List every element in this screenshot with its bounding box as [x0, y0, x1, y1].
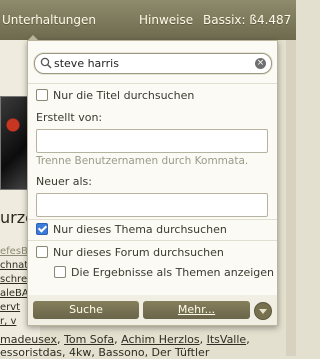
user-link[interactable]: madeusex — [0, 333, 57, 346]
thread-title-fragment: urze — [0, 208, 30, 227]
bg-link[interactable]: efesB — [0, 246, 30, 257]
user-link[interactable]: Achim Herzlos — [121, 333, 199, 346]
bg-link[interactable]: chnat — [0, 260, 30, 271]
this-forum-label: Nur dieses Forum durchsuchen — [53, 246, 224, 259]
titles-only-label: Nur die Titel durchsuchen — [53, 89, 195, 102]
as-threads-checkbox[interactable] — [54, 266, 66, 278]
popup-footer: Suche Mehr... — [28, 295, 277, 325]
this-thread-checkbox[interactable] — [36, 223, 48, 235]
created-by-hint: Trenne Benutzernamen durch Kommata. — [36, 155, 249, 167]
chevron-down-icon[interactable] — [254, 302, 272, 320]
as-threads-option[interactable]: Die Ergebnisse als Themen anzeigen — [54, 266, 274, 279]
bg-link[interactable]: aleBA — [0, 288, 30, 299]
search-box: × — [34, 53, 272, 74]
divider — [28, 83, 277, 84]
nav-conversations[interactable]: Unterhaltungen — [2, 13, 96, 27]
bg-link[interactable]: schre — [0, 274, 30, 285]
bg-link[interactable]: r, v — [0, 316, 30, 327]
user-link[interactable]: ItsValle — [207, 333, 247, 346]
page-scrollbar[interactable] — [286, 40, 296, 356]
titles-only-checkbox[interactable] — [36, 89, 48, 101]
divider — [28, 219, 277, 220]
nav-account[interactable]: Bassix: ß4.487 — [203, 13, 291, 27]
this-thread-option[interactable]: Nur dieses Thema durchsuchen — [36, 223, 227, 236]
created-by-label: Erstellt von: — [36, 111, 103, 124]
more-button[interactable]: Mehr... — [143, 301, 250, 319]
as-threads-label: Die Ergebnisse als Themen anzeigen — [71, 266, 275, 279]
nav-alerts[interactable]: Hinweise — [139, 13, 193, 27]
newer-than-field[interactable] — [36, 193, 268, 217]
this-forum-option[interactable]: Nur dieses Forum durchsuchen — [36, 246, 224, 259]
titles-only-option[interactable]: Nur die Titel durchsuchen — [36, 89, 194, 102]
divider — [28, 240, 277, 241]
search-icon — [40, 57, 52, 69]
search-popup: × Nur die Titel durchsuchen Erstellt von… — [27, 35, 278, 326]
newer-than-label: Neuer als: — [36, 175, 92, 188]
this-thread-label: Nur dieses Thema durchsuchen — [53, 223, 227, 236]
created-by-field[interactable] — [36, 129, 268, 153]
search-input[interactable] — [54, 55, 244, 71]
user-link[interactable]: Tom Sofa — [64, 333, 114, 346]
bg-link[interactable]: ervt — [0, 302, 30, 313]
clear-icon[interactable]: × — [255, 58, 266, 69]
user-list-line-2: essoristdas, 4kw, Bassono, Der Tüftler — [0, 346, 210, 359]
this-forum-checkbox[interactable] — [36, 246, 48, 258]
search-button[interactable]: Suche — [33, 301, 139, 319]
user-list: madeusex, Tom Sofa, Achim Herzlos, ItsVa… — [0, 333, 250, 346]
top-nav-bar: Unterhaltungen Hinweise Bassix: ß4.487 — [0, 0, 296, 40]
